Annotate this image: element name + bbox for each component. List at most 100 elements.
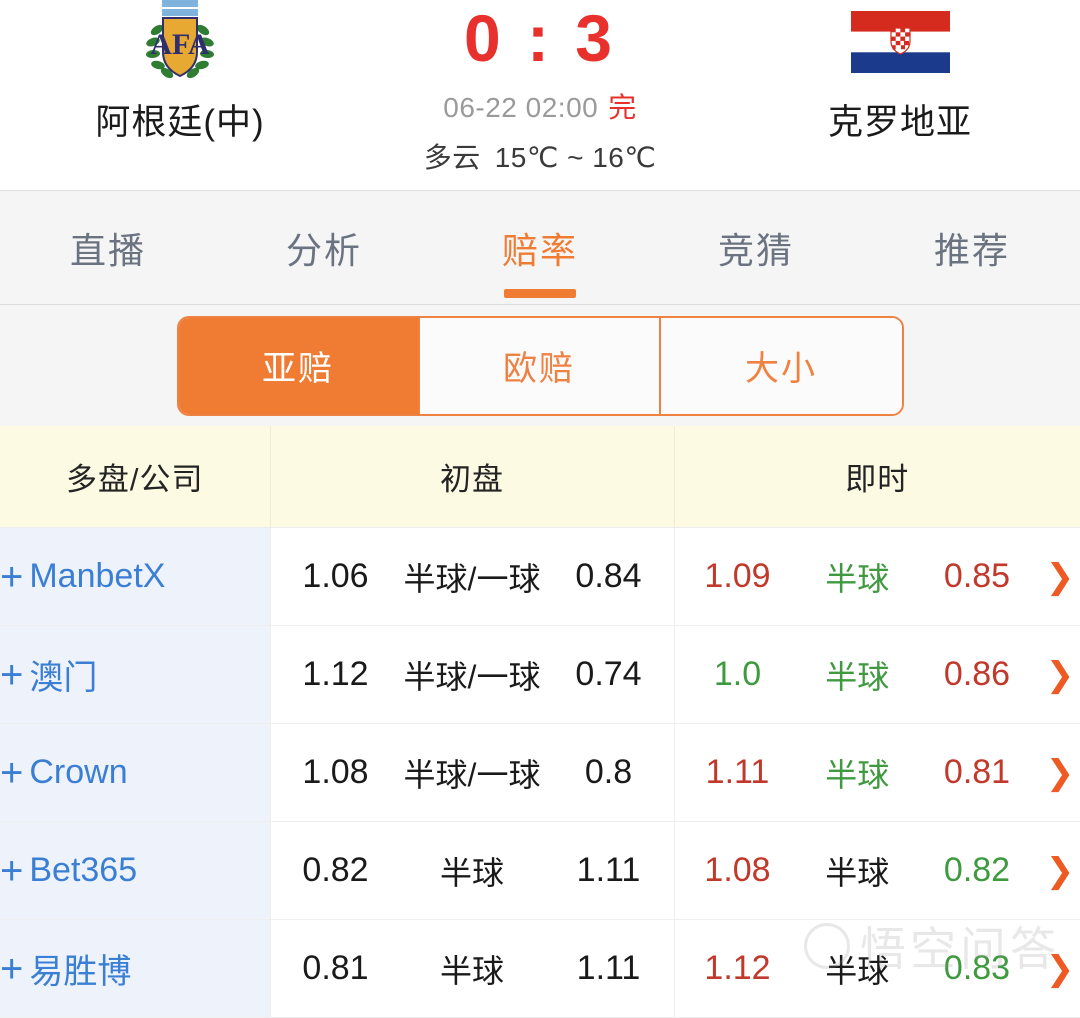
live-away-odds: 0.82 [943,851,1011,889]
match-weather-row: 多云 15℃ ~ 16℃ [424,136,657,176]
tab-analysis-label: 分析 [285,229,362,271]
page-root: AFA 阿根廷(中) 0 : 3 06-22 02:00 完 多云 15℃ ~ 16… [0,0,1080,1018]
odds-type-asian-label: 亚赔 [262,350,334,388]
odds-type-overunder[interactable]: 大小 [660,317,902,414]
opening-handicap: 半球 [439,854,504,891]
plus-icon[interactable]: + [0,949,23,989]
match-score: 0 : 3 [463,1,617,75]
opening-home-odds: 0.81 [302,949,369,987]
cell-opening-odds: 1.06 半球/一球 0.84 [270,527,675,626]
opening-handicap: 半球 [439,952,504,989]
company-name: 易胜博 [29,953,132,991]
table-row[interactable]: + 易胜博 0.81 半球 1.11 1.12 半球 0.83 ❯ [0,919,1080,1018]
company-name: Crown [29,753,128,791]
opening-away-odds: 0.8 [584,753,633,791]
match-datetime: 06-22 02:00 [443,92,599,123]
live-home-odds: 1.09 [704,557,771,595]
opening-handicap: 半球/一球 [403,658,541,695]
tab-guess[interactable]: 竞猜 [648,191,864,304]
cell-company[interactable]: + Bet365 [0,821,271,920]
live-home-odds: 1.0 [713,655,762,693]
opening-away-odds: 1.11 [576,851,641,889]
odds-table-head: 多盘/公司 初盘 即时 [0,426,1080,528]
tab-recommend[interactable]: 推荐 [864,191,1080,304]
opening-home-odds: 1.12 [302,655,369,693]
plus-icon[interactable]: + [0,851,23,891]
away-team-block[interactable]: 克罗地亚 [720,0,1080,145]
cell-live-odds[interactable]: 1.09 半球 0.85 ❯ [674,527,1080,626]
live-away-odds: 0.85 [943,557,1011,595]
live-handicap: 半球 [825,952,890,989]
svg-text:AFA: AFA [150,28,210,61]
tab-odds-label: 赔率 [501,229,578,271]
odds-type-asian[interactable]: 亚赔 [178,317,420,414]
live-away-odds: 0.81 [943,753,1011,791]
tab-live[interactable]: 直播 [0,191,216,304]
cell-live-odds[interactable]: 1.12 半球 0.83 ❯ [674,919,1080,1018]
chevron-right-icon[interactable]: ❯ [1040,756,1080,790]
tab-analysis[interactable]: 分析 [216,191,432,304]
plus-icon[interactable]: + [0,655,23,695]
tab-live-label: 直播 [69,229,146,271]
live-home-odds: 1.12 [704,949,771,987]
column-header-company: 多盘/公司 [0,426,271,528]
table-row[interactable]: + ManbetX 1.06 半球/一球 0.84 1.09 半球 0.85 ❯ [0,527,1080,626]
chevron-right-icon[interactable]: ❯ [1040,658,1080,692]
plus-icon[interactable]: + [0,557,23,597]
cell-live-odds[interactable]: 1.11 半球 0.81 ❯ [674,723,1080,822]
column-header-live: 即时 [674,426,1080,528]
live-away-odds: 0.83 [943,949,1011,987]
chevron-right-icon[interactable]: ❯ [1040,854,1080,888]
odds-type-bar: 亚赔 欧赔 大小 [0,305,1080,426]
odds-table: 多盘/公司 初盘 即时 + ManbetX 1.06 半球/一球 0.84 1.09 半球 0… [0,426,1080,1018]
opening-handicap: 半球/一球 [403,560,541,597]
table-row[interactable]: + 澳门 1.12 半球/一球 0.74 1.0 半球 0.86 ❯ [0,625,1080,724]
croatia-flag-icon [850,11,950,73]
match-datetime-row: 06-22 02:00 完 [443,86,636,126]
live-handicap: 半球 [825,854,890,891]
company-name: Bet365 [29,851,138,889]
plus-icon[interactable]: + [0,753,23,793]
cell-live-odds[interactable]: 1.08 半球 0.82 ❯ [674,821,1080,920]
live-handicap: 半球 [825,756,890,793]
opening-handicap: 半球/一球 [403,756,541,793]
cell-live-odds[interactable]: 1.0 半球 0.86 ❯ [674,625,1080,724]
match-center-block: 0 : 3 06-22 02:00 完 多云 15℃ ~ 16℃ [360,0,720,176]
home-team-block[interactable]: AFA 阿根廷(中) [0,0,360,145]
table-row[interactable]: + Bet365 0.82 半球 1.11 1.08 半球 0.82 ❯ [0,821,1080,920]
odds-type-segmented-control: 亚赔 欧赔 大小 [176,315,904,416]
cell-company[interactable]: + Crown [0,723,271,822]
company-name: ManbetX [29,557,166,595]
tab-recommend-label: 推荐 [933,229,1010,271]
cell-opening-odds: 1.12 半球/一球 0.74 [270,625,675,724]
tab-guess-label: 竞猜 [717,229,794,271]
home-team-name: 阿根廷(中) [95,103,265,142]
weather-condition: 多云 [423,142,481,173]
odds-type-european[interactable]: 欧赔 [419,317,661,414]
live-handicap: 半球 [825,560,890,597]
table-row[interactable]: + Crown 1.08 半球/一球 0.8 1.11 半球 0.81 ❯ [0,723,1080,822]
weather-temperature: 15℃ ~ 16℃ [494,142,657,173]
cell-company[interactable]: + 易胜博 [0,919,271,1018]
column-header-opening: 初盘 [270,426,675,528]
cell-opening-odds: 0.82 半球 1.11 [270,821,675,920]
tab-odds[interactable]: 赔率 [432,191,648,304]
main-tab-bar: 直播 分析 赔率 竞猜 推荐 [0,190,1080,305]
chevron-right-icon[interactable]: ❯ [1040,952,1080,986]
opening-away-odds: 1.11 [576,949,641,987]
cell-opening-odds: 0.81 半球 1.11 [270,919,675,1018]
away-crest-wrap [850,0,950,84]
cell-opening-odds: 1.08 半球/一球 0.8 [270,723,675,822]
odds-table-header-row: 多盘/公司 初盘 即时 [0,426,1080,528]
opening-home-odds: 0.82 [302,851,369,889]
chevron-right-icon[interactable]: ❯ [1040,560,1080,594]
cell-company[interactable]: + 澳门 [0,625,271,724]
opening-home-odds: 1.08 [302,753,369,791]
odds-type-overunder-label: 大小 [745,350,817,388]
live-home-odds: 1.08 [704,851,771,889]
odds-table-body: + ManbetX 1.06 半球/一球 0.84 1.09 半球 0.85 ❯ + 澳门 1.12 半… [0,527,1080,1018]
match-status-badge: 完 [608,92,637,123]
argentina-afa-crest-icon: AFA [146,0,214,79]
cell-company[interactable]: + ManbetX [0,527,271,626]
odds-type-european-label: 欧赔 [503,350,575,388]
